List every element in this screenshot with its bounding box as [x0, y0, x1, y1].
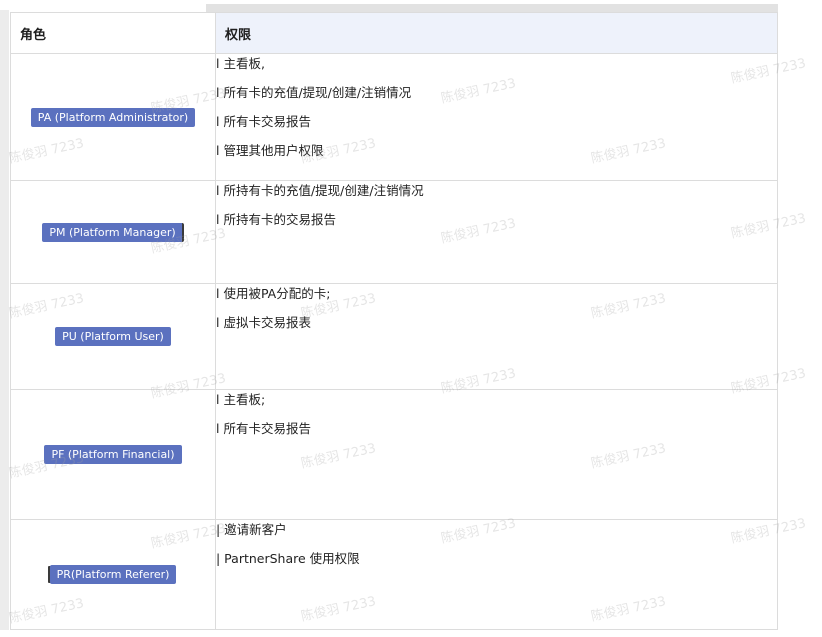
permission-item: l 管理其他用户权限 [216, 143, 324, 158]
permissions-cell: l 主看板, l 所有卡的充值/提现/创建/注销情况 l 所有卡交易报告 l 管… [215, 53, 778, 181]
role-badge-pu: PU (Platform User) [55, 327, 171, 346]
permissions-cell: l 使用被PA分配的卡; l 虚拟卡交易报表 [215, 283, 778, 390]
roles-permissions-table: 角色 权限 PA (Platform Administrator) l 主看板,… [10, 12, 778, 630]
permission-item: l 所持有卡的充值/提现/创建/注销情况 [216, 183, 424, 198]
permission-item: l 所有卡的充值/提现/创建/注销情况 [216, 85, 412, 100]
permissions-cell: l 所持有卡的充值/提现/创建/注销情况 l 所持有卡的交易报告 [215, 180, 778, 284]
table-row: PF (Platform Financial) l 主看板; l 所有卡交易报告 [10, 389, 778, 520]
table-row: PA (Platform Administrator) l 主看板, l 所有卡… [10, 53, 778, 181]
permission-item: | PartnerShare 使用权限 [216, 551, 360, 566]
header-role: 角色 [10, 12, 216, 54]
table-header-row: 角色 权限 [10, 12, 778, 54]
permission-item: l 主看板, [216, 56, 265, 71]
permission-item: l 主看板; [216, 392, 266, 407]
permission-item: l 所有卡交易报告 [216, 421, 311, 436]
permission-item: l 使用被PA分配的卡; [216, 286, 331, 301]
permissions-cell: l 主看板; l 所有卡交易报告 [215, 389, 778, 520]
permissions-cell: | 邀请新客户 | PartnerShare 使用权限 [215, 519, 778, 630]
top-scroll-bar [206, 4, 778, 12]
role-cell: PM (Platform Manager) [10, 180, 216, 284]
table-row: PR(Platform Referer) | 邀请新客户 | PartnerSh… [10, 519, 778, 630]
role-cell: PF (Platform Financial) [10, 389, 216, 520]
role-cell: PU (Platform User) [10, 283, 216, 390]
table-row: PM (Platform Manager) l 所持有卡的充值/提现/创建/注销… [10, 180, 778, 284]
header-permissions: 权限 [215, 12, 778, 54]
role-badge-pf: PF (Platform Financial) [44, 445, 182, 464]
role-badge-pr: PR(Platform Referer) [49, 565, 177, 584]
permission-item: l 虚拟卡交易报表 [216, 315, 311, 330]
role-badge-pa: PA (Platform Administrator) [30, 107, 196, 127]
role-cell: PR(Platform Referer) [10, 519, 216, 630]
permission-item: | 邀请新客户 [216, 522, 287, 537]
role-cell: PA (Platform Administrator) [10, 53, 216, 181]
permission-item: l 所有卡交易报告 [216, 114, 311, 129]
role-badge-pm: PM (Platform Manager) [42, 222, 184, 242]
permissions-page: 角色 权限 PA (Platform Administrator) l 主看板,… [0, 0, 822, 637]
permission-item: l 所持有卡的交易报告 [216, 212, 336, 227]
table-row: PU (Platform User) l 使用被PA分配的卡; l 虚拟卡交易报… [10, 283, 778, 390]
left-scroll-strip [0, 10, 9, 630]
